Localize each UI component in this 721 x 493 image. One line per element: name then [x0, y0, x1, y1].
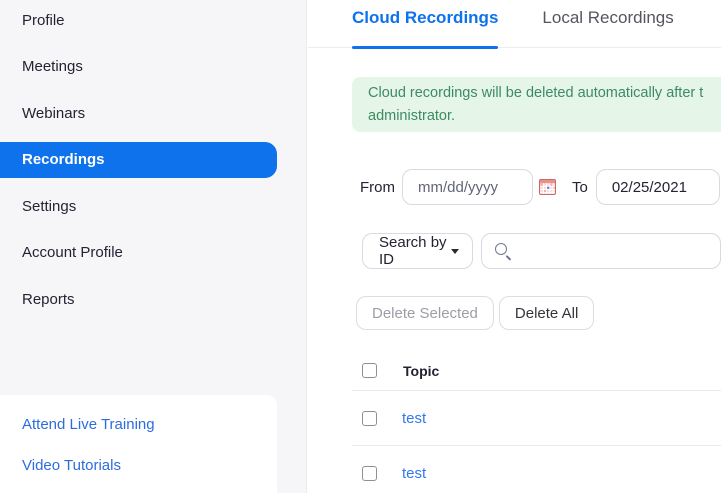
date-filter-row: From mm/dd/yyyy To 02/25/2021: [360, 169, 721, 205]
recordings-tabs: Cloud Recordings Local Recordings: [308, 0, 721, 49]
recording-topic-link[interactable]: test: [402, 465, 426, 482]
video-tutorials-link[interactable]: Video Tutorials: [0, 445, 277, 486]
table-row: test: [352, 446, 721, 493]
zoom-web-portal: Profile Meetings Webinars Recordings Set…: [0, 0, 721, 493]
calendar-icon[interactable]: [539, 179, 556, 195]
sidebar-item-recordings[interactable]: Recordings: [0, 141, 277, 178]
tab-cloud-recordings[interactable]: Cloud Recordings: [352, 0, 499, 49]
sidebar-item-reports[interactable]: Reports: [0, 276, 306, 323]
sidebar-item-account-profile[interactable]: Account Profile: [0, 230, 306, 277]
attend-live-training-link[interactable]: Attend Live Training: [0, 404, 277, 445]
search-filter-row: Search by ID: [362, 233, 721, 269]
sidebar-item-profile[interactable]: Profile: [0, 0, 306, 44]
recordings-page: Cloud Recordings Local Recordings Cloud …: [308, 0, 721, 493]
to-date-input[interactable]: [595, 169, 720, 205]
sidebar-item-meetings[interactable]: Meetings: [0, 44, 306, 91]
search-input[interactable]: [481, 233, 721, 269]
bulk-actions-row: Delete Selected Delete All: [356, 296, 721, 330]
sidebar-item-settings[interactable]: Settings: [0, 183, 306, 230]
sidebar-item-webinars[interactable]: Webinars: [0, 90, 306, 137]
recordings-table: Topic test test: [352, 351, 721, 493]
table-row: test: [352, 391, 721, 446]
row-checkbox[interactable]: [362, 465, 377, 481]
sidebar-footer-card: Attend Live Training Video Tutorials: [0, 395, 277, 493]
search-by-dropdown[interactable]: Search by ID: [362, 233, 473, 269]
topic-column-header: Topic: [403, 362, 440, 379]
banner-line-1: Cloud recordings will be deleted automat…: [368, 85, 704, 101]
delete-all-button[interactable]: Delete All: [498, 296, 595, 330]
row-checkbox[interactable]: [362, 410, 377, 426]
chevron-down-icon: [451, 248, 459, 254]
search-field: [481, 233, 721, 269]
sidebar: Profile Meetings Webinars Recordings Set…: [0, 0, 307, 493]
retention-notice-banner: Cloud recordings will be deleted automat…: [352, 77, 721, 132]
sidebar-nav: Profile Meetings Webinars Recordings Set…: [0, 0, 306, 323]
recording-topic-link[interactable]: test: [402, 410, 426, 427]
tab-local-recordings[interactable]: Local Recordings: [542, 0, 673, 47]
delete-selected-button[interactable]: Delete Selected: [356, 296, 494, 330]
banner-line-2: administrator.: [368, 107, 456, 124]
search-by-selected-value: Search by ID: [379, 234, 447, 268]
to-label: To: [572, 178, 588, 196]
table-header-row: Topic: [352, 351, 721, 391]
from-date-input[interactable]: [402, 169, 533, 205]
from-label: From: [360, 178, 395, 196]
select-all-checkbox[interactable]: [362, 363, 377, 378]
